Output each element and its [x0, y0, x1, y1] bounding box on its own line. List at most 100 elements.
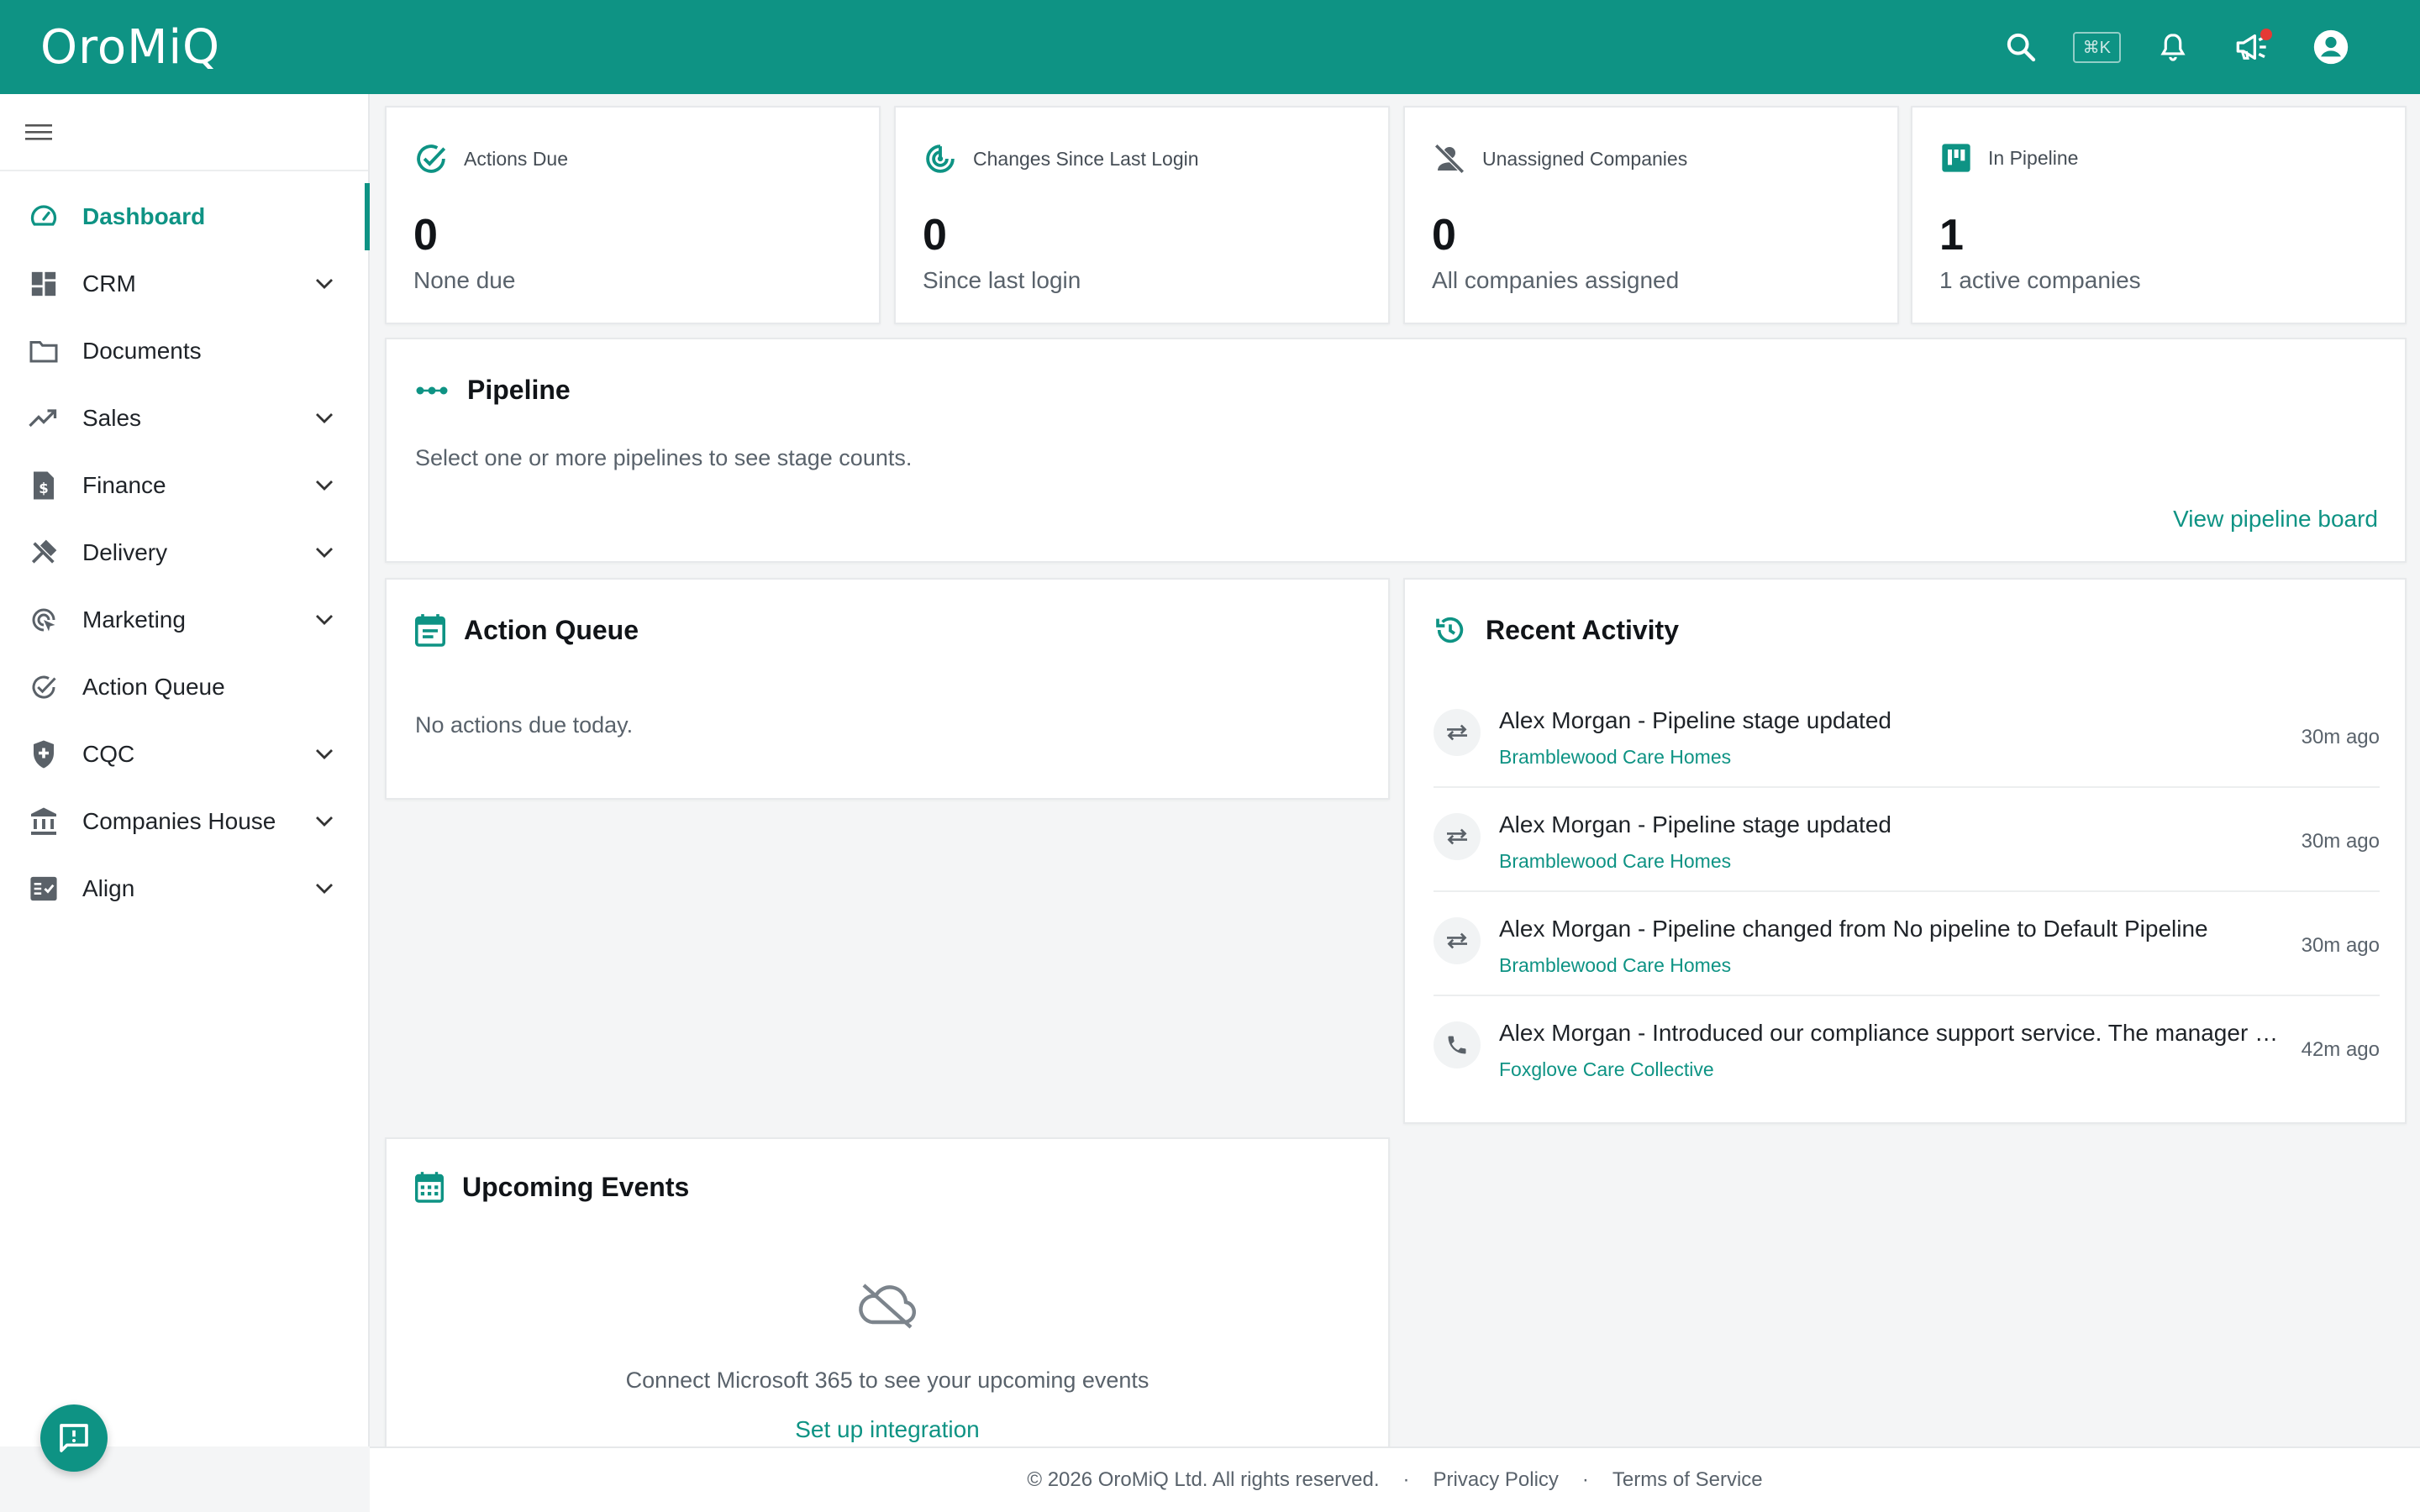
chevron-down-icon[interactable] — [313, 877, 336, 900]
sidebar-item-label: Companies House — [82, 808, 276, 834]
chevron-down-icon[interactable] — [313, 743, 336, 766]
recent-activity-card: Recent Activity Alex Morgan - Pipeline s… — [1403, 578, 2407, 1124]
announcements-button[interactable] — [2225, 20, 2279, 74]
top-actions: ⌘K — [1994, 20, 2358, 74]
activity-time: 30m ago — [2301, 830, 2380, 853]
unread-dot — [2260, 29, 2272, 40]
target-cursor-icon — [27, 603, 60, 637]
sidebar-item-delivery[interactable]: Delivery — [0, 519, 368, 586]
search-button[interactable] — [1994, 20, 2048, 74]
swap-icon — [1434, 709, 1481, 756]
terms-of-service-link[interactable]: Terms of Service — [1612, 1468, 1763, 1492]
stat-card-in-pipeline[interactable]: In Pipeline 1 1 active companies — [1911, 106, 2407, 324]
stat-card-header: In Pipeline — [1939, 141, 2078, 175]
activity-company-link[interactable]: Bramblewood Care Homes — [1499, 850, 1731, 873]
top-app-bar: OroMiQ ⌘K — [0, 0, 2420, 94]
setup-link-wrap: Set up integration — [387, 1416, 1388, 1443]
activity-time: 30m ago — [2301, 726, 2380, 748]
account-button[interactable] — [2304, 20, 2358, 74]
sidebar-item-label: Align — [82, 875, 135, 901]
activity-title: Alex Morgan - Introduced our compliance … — [1499, 1020, 2289, 1046]
sidebar-item-label: CRM — [82, 270, 136, 297]
activity-title: Alex Morgan - Pipeline changed from No p… — [1499, 916, 2208, 942]
calendar-note-icon — [415, 614, 445, 647]
stat-card-header: Actions Due — [413, 141, 568, 176]
upcoming-events-header: Upcoming Events — [415, 1171, 689, 1203]
sidebar-item-label: Documents — [82, 338, 202, 364]
activity-time: 42m ago — [2301, 1038, 2380, 1061]
sidebar-item-companies-house[interactable]: Companies House — [0, 788, 368, 855]
stat-value: 0 — [413, 211, 438, 260]
sidebar-item-align[interactable]: Align — [0, 855, 368, 922]
upcoming-events-message: Connect Microsoft 365 to see your upcomi… — [625, 1368, 1150, 1393]
activity-item[interactable]: Alex Morgan - Pipeline stage updated Bra… — [1434, 788, 2380, 892]
tools-icon — [27, 536, 60, 570]
view-pipeline-board-link[interactable]: View pipeline board — [2173, 506, 2378, 533]
notifications-button[interactable] — [2146, 20, 2200, 74]
activity-company-link[interactable]: Foxglove Care Collective — [1499, 1058, 1714, 1081]
stat-card-actions-due[interactable]: Actions Due 0 None due — [385, 106, 881, 324]
stat-card-changes[interactable]: Changes Since Last Login 0 Since last lo… — [894, 106, 1390, 324]
stat-card-unassigned[interactable]: Unassigned Companies 0 All companies ass… — [1403, 106, 1899, 324]
search-icon — [2007, 33, 2035, 62]
app-logo[interactable]: OroMiQ — [40, 20, 220, 75]
sidebar-item-crm[interactable]: CRM — [0, 250, 368, 318]
radar-icon — [926, 144, 955, 173]
activity-title: Alex Morgan - Pipeline stage updated — [1499, 707, 1891, 733]
activity-title: Alex Morgan - Pipeline stage updated — [1499, 811, 1891, 837]
sidebar-item-dashboard[interactable]: Dashboard — [0, 183, 370, 250]
sidebar-item-finance[interactable]: $ Finance — [0, 452, 368, 519]
pipeline-header: Pipeline — [415, 375, 571, 406]
chevron-down-icon[interactable] — [313, 810, 336, 833]
action-queue-title: Action Queue — [464, 614, 639, 645]
calendar-icon — [415, 1172, 444, 1203]
activity-item[interactable]: Alex Morgan - Introduced our compliance … — [1434, 996, 2380, 1100]
sidebar-item-marketing[interactable]: Marketing — [0, 586, 368, 654]
stat-value: 0 — [1432, 211, 1456, 260]
upcoming-events-card: Upcoming Events Connect Microsoft 365 to… — [385, 1137, 1390, 1450]
recent-activity-title: Recent Activity — [1486, 614, 1679, 645]
sidebar-item-label: CQC — [82, 741, 135, 767]
activity-item[interactable]: Alex Morgan - Pipeline stage updated Bra… — [1434, 684, 2380, 788]
sidebar-item-sales[interactable]: Sales — [0, 385, 368, 452]
menu-toggle[interactable] — [0, 94, 368, 171]
bank-icon — [27, 805, 60, 838]
feedback-button[interactable] — [40, 1404, 108, 1472]
pipeline-title: Pipeline — [467, 375, 571, 405]
activity-company-link[interactable]: Bramblewood Care Homes — [1499, 746, 1731, 769]
stat-value: 0 — [923, 211, 947, 260]
privacy-policy-link[interactable]: Privacy Policy — [1434, 1468, 1559, 1492]
activity-item[interactable]: Alex Morgan - Pipeline changed from No p… — [1434, 892, 2380, 996]
sidebar-item-cqc[interactable]: CQC — [0, 721, 368, 788]
folder-icon — [27, 334, 60, 368]
stat-value: 1 — [1939, 211, 1964, 260]
action-queue-header: Action Queue — [415, 613, 639, 647]
chevron-down-icon[interactable] — [313, 608, 336, 632]
person-off-icon — [1434, 144, 1465, 174]
invoice-icon: $ — [27, 469, 60, 502]
chevron-down-icon[interactable] — [313, 272, 336, 296]
account-circle-icon — [2313, 29, 2349, 65]
kanban-icon — [1942, 144, 1970, 172]
hamburger-menu-icon — [25, 124, 52, 140]
cloud-off-icon-wrap — [387, 1280, 1388, 1335]
chevron-down-icon[interactable] — [313, 474, 336, 497]
action-queue-message: No actions due today. — [415, 712, 634, 738]
history-icon — [1436, 617, 1464, 643]
action-queue-card: Action Queue No actions due today. — [385, 578, 1390, 800]
check-circle-icon — [27, 670, 60, 704]
stat-title: Unassigned Companies — [1482, 147, 1688, 170]
chevron-down-icon[interactable] — [313, 541, 336, 564]
chevron-down-icon[interactable] — [313, 407, 336, 430]
footer: © 2026 OroMiQ Ltd. All rights reserved. … — [370, 1446, 2420, 1512]
sidebar-item-action-queue[interactable]: Action Queue — [0, 654, 368, 721]
activity-company-link[interactable]: Bramblewood Care Homes — [1499, 954, 1731, 977]
shortcut-hint[interactable]: ⌘K — [2072, 31, 2121, 63]
sidebar-item-documents[interactable]: Documents — [0, 318, 368, 385]
grid-icon — [27, 267, 60, 301]
stat-card-header: Unassigned Companies — [1432, 141, 1687, 176]
swap-icon — [1434, 917, 1481, 964]
setup-integration-link[interactable]: Set up integration — [795, 1416, 980, 1442]
pipeline-message: Select one or more pipelines to see stag… — [415, 445, 913, 470]
svg-text:$: $ — [39, 480, 48, 496]
